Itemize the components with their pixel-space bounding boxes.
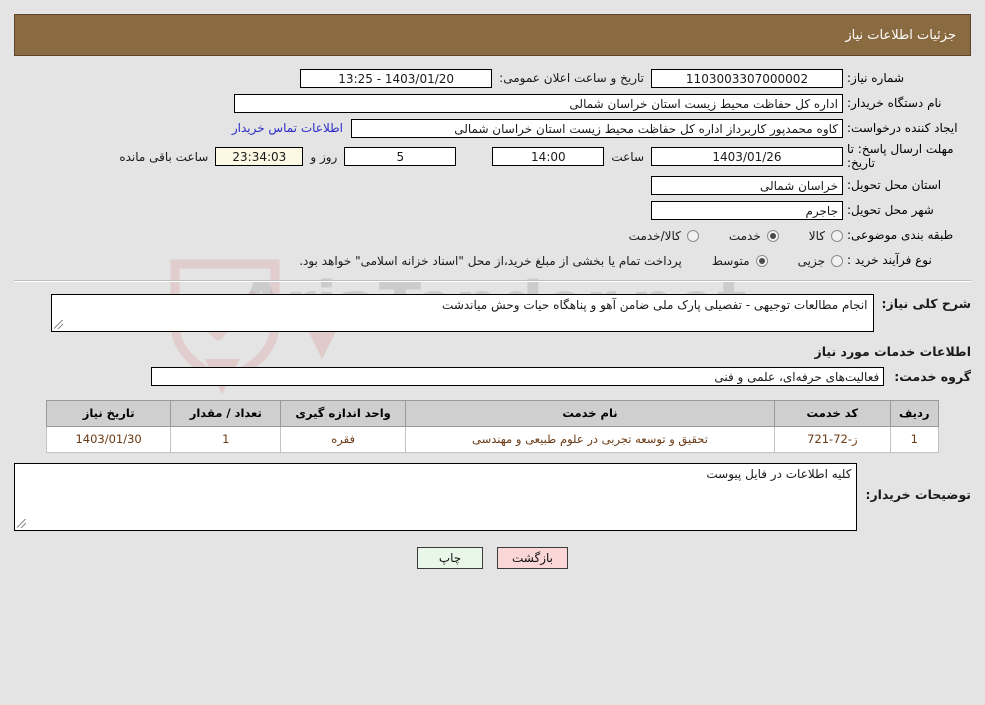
category-option-label: خدمت	[728, 228, 761, 243]
services-section-title: اطلاعات خدمات مورد نیاز	[814, 343, 972, 359]
row-city: شهر محل تحویل: جاجرم	[14, 201, 971, 221]
need-number-label: شماره نیاز:	[847, 70, 904, 85]
buyer-notes-label: توضیحات خریدار:	[865, 486, 971, 502]
radio-icon[interactable]	[686, 229, 699, 242]
need-number-value: 1103003307000002	[651, 68, 843, 88]
category-option-kala[interactable]: کالا	[809, 229, 843, 243]
th-unit: واحد اندازه گیری	[280, 399, 406, 427]
radio-icon[interactable]	[831, 254, 843, 267]
process-option-label: متوسط	[711, 253, 750, 268]
row-deadline: مهلت ارسال پاسخ: تا تاریخ: 1403/01/26 سا…	[14, 142, 971, 171]
need-info-panel: شماره نیاز: 1103003307000002 تاریخ و ساع…	[14, 68, 971, 282]
deadline-label: مهلت ارسال پاسخ: تا تاریخ:	[847, 142, 954, 170]
hour-label: ساعت	[611, 149, 644, 164]
cell-row-number: 1	[889, 425, 940, 453]
section-divider	[14, 279, 971, 282]
process-radio-group: جزیی متوسط	[682, 254, 843, 268]
process-option-motavaset[interactable]: متوسط	[712, 254, 768, 268]
page-root: جزئیات اطلاعات نیاز شماره نیاز: 11030033…	[0, 14, 985, 569]
description-textarea[interactable]: انجام مطالعات توجیهی - تفصیلی پارک ملی ض…	[50, 293, 874, 332]
process-label: نوع فرآیند خرید :	[847, 253, 932, 268]
category-option-label: کالا	[808, 228, 825, 243]
buyer-org-label: نام دستگاه خریدار:	[847, 95, 942, 110]
buyer-org-value: اداره کل حفاظت محیط زیست استان خراسان شم…	[234, 93, 843, 113]
process-option-label: جزیی	[797, 253, 825, 268]
table-header-row: ردیف کد خدمت نام خدمت واحد اندازه گیری ت…	[45, 399, 940, 427]
row-category: طبقه بندی موضوعی: کالا خدمت کالا/خدمت	[14, 226, 971, 246]
page-header: جزئیات اطلاعات نیاز	[14, 14, 971, 56]
description-label: شرح کلی نیاز:	[881, 295, 971, 311]
radio-icon-selected[interactable]	[766, 229, 779, 242]
row-creator: ایجاد کننده درخواست: کاوه محمدپور کاربرد…	[14, 118, 971, 138]
service-group-label: گروه خدمت:	[894, 368, 971, 384]
buyer-notes-textarea[interactable]: کلیه اطلاعات در فایل پیوست	[14, 462, 858, 531]
creator-label: ایجاد کننده درخواست:	[847, 120, 958, 135]
city-value: جاجرم	[651, 201, 843, 221]
province-value: خراسان شمالی	[651, 176, 843, 196]
footer-button-bar: بازگشت چاپ	[14, 546, 971, 569]
th-name: نام خدمت	[404, 399, 776, 427]
th-qty: تعداد / مقدار	[170, 399, 282, 427]
remaining-days-value: 5	[344, 147, 457, 167]
row-service-group: گروه خدمت: فعالیت‌های حرفه‌ای، علمی و فن…	[14, 366, 971, 386]
table-row: 1 ز-72-721 تحقیق و توسعه تجربی در علوم ط…	[45, 425, 940, 453]
announce-label: تاریخ و ساعت اعلان عمومی:	[499, 71, 644, 85]
category-option-kala-khadamat[interactable]: کالا/خدمت	[629, 229, 699, 243]
deadline-time-value: 14:00	[492, 147, 605, 167]
print-button[interactable]: چاپ	[417, 546, 483, 569]
cell-unit: فقره	[280, 425, 406, 453]
remaining-label: ساعت باقی مانده	[119, 149, 209, 164]
row-province: استان محل تحویل: خراسان شمالی	[14, 176, 971, 196]
days-label: روز و	[310, 149, 338, 164]
th-date: تاریخ نیاز	[45, 399, 172, 427]
row-process: نوع فرآیند خرید : جزیی متوسط پرداخت تمام…	[14, 251, 971, 271]
announce-value: 1403/01/20 - 13:25	[300, 68, 493, 88]
row-need-number: شماره نیاز: 1103003307000002 تاریخ و ساع…	[14, 68, 971, 88]
category-radio-group: کالا خدمت کالا/خدمت	[599, 229, 843, 243]
cell-need-date: 1403/01/30	[45, 425, 172, 453]
category-option-label: کالا/خدمت	[628, 228, 681, 243]
th-code: کد خدمت	[774, 399, 891, 427]
deadline-date-value: 1403/01/26	[651, 147, 843, 167]
cell-quantity: 1	[170, 425, 282, 453]
buyer-contact-link[interactable]: اطلاعات تماس خریدار	[224, 121, 351, 135]
category-label: طبقه بندی موضوعی:	[847, 228, 954, 243]
description-panel: شرح کلی نیاز: انجام مطالعات توجیهی - تفص…	[14, 293, 972, 569]
radio-icon-selected[interactable]	[755, 254, 768, 267]
th-row: ردیف	[889, 399, 940, 427]
cell-service-code: ز-72-721	[774, 425, 891, 453]
row-buyer-org: نام دستگاه خریدار: اداره کل حفاظت محیط ز…	[14, 93, 971, 113]
category-option-khadamat[interactable]: خدمت	[729, 229, 779, 243]
cell-service-name: تحقیق و توسعه تجربی در علوم طبیعی و مهند…	[404, 425, 776, 453]
payment-note: پرداخت تمام یا بخشی از مبلغ خرید،از محل …	[299, 253, 682, 268]
province-label: استان محل تحویل:	[847, 178, 942, 193]
city-label: شهر محل تحویل:	[847, 203, 934, 218]
services-table: ردیف کد خدمت نام خدمت واحد اندازه گیری ت…	[45, 399, 940, 453]
back-button[interactable]: بازگشت	[497, 546, 568, 569]
page-title: جزئیات اطلاعات نیاز	[845, 27, 956, 43]
row-description: شرح کلی نیاز: انجام مطالعات توجیهی - تفص…	[14, 293, 971, 332]
service-group-value: فعالیت‌های حرفه‌ای، علمی و فنی	[151, 366, 885, 386]
creator-value: کاوه محمدپور کاربرداز اداره کل حفاظت محی…	[351, 118, 843, 138]
radio-icon[interactable]	[831, 229, 843, 242]
countdown-timer: 23:34:03	[215, 147, 304, 167]
row-buyer-notes: توضیحات خریدار: کلیه اطلاعات در فایل پیو…	[14, 462, 971, 531]
process-option-jozi[interactable]: جزیی	[798, 254, 843, 268]
